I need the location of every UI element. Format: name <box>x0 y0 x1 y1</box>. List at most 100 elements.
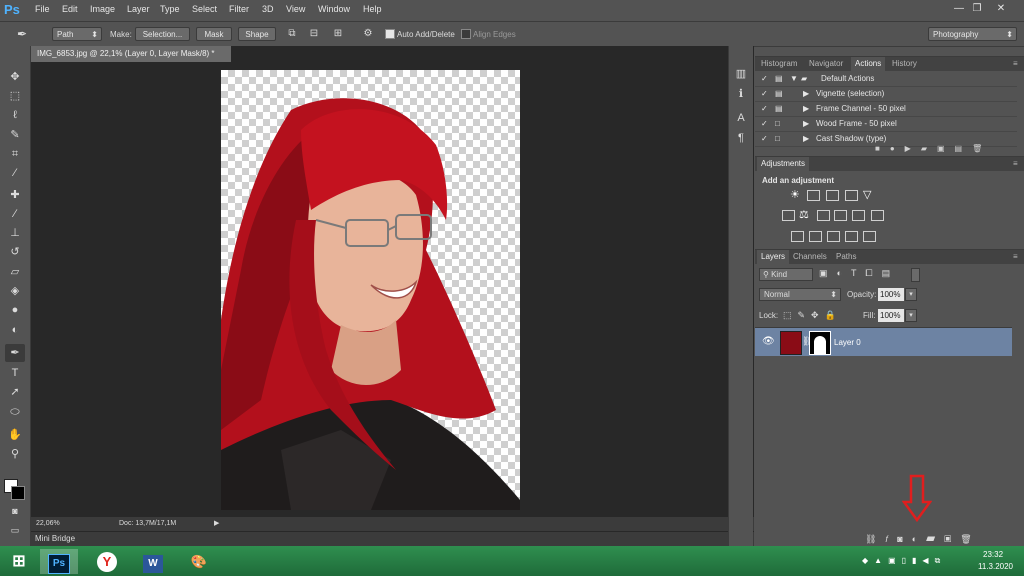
status-menu-arrow-icon[interactable]: ▶ <box>214 517 219 531</box>
brush-tool-icon[interactable]: ∕ <box>5 205 25 223</box>
photo-filter-icon[interactable] <box>834 210 847 221</box>
vibrance-icon[interactable]: ▽ <box>863 190 876 201</box>
menu-type[interactable]: Type <box>160 4 180 14</box>
eyedropper-tool-icon[interactable]: ⁄ <box>5 164 25 182</box>
check-icon[interactable]: ✓ <box>761 87 768 101</box>
pen-tool-preset-icon[interactable]: ✒ <box>16 28 28 40</box>
exposure-icon[interactable] <box>845 190 858 201</box>
check-icon[interactable]: ✓ <box>761 132 768 146</box>
panel-menu-icon[interactable]: ≡ <box>1009 57 1022 71</box>
tab-paths[interactable]: Paths <box>832 250 860 264</box>
workspace-select[interactable]: Photography ⬍ <box>928 27 1017 41</box>
check-icon[interactable]: ✓ <box>761 117 768 131</box>
quick-mask-icon[interactable]: ◙ <box>5 502 25 520</box>
brightness-contrast-icon[interactable]: ☀ <box>790 190 803 201</box>
crop-tool-icon[interactable]: ⌗ <box>5 145 25 163</box>
gear-icon[interactable]: ⚙ <box>362 28 374 40</box>
tab-layers[interactable]: Layers <box>757 250 790 264</box>
lasso-tool-icon[interactable]: ℓ <box>5 106 25 124</box>
menu-file[interactable]: File <box>35 4 50 14</box>
panel-menu-icon[interactable]: ≡ <box>1009 250 1022 264</box>
blend-mode-select[interactable]: Normal ⬍ <box>759 288 841 301</box>
image-canvas[interactable] <box>221 70 520 510</box>
zoom-tool-icon[interactable]: ⚲ <box>5 445 25 463</box>
menu-view[interactable]: View <box>286 4 305 14</box>
fill-input[interactable]: 100% <box>878 309 904 322</box>
menu-layer[interactable]: Layer <box>127 4 150 14</box>
dodge-tool-icon[interactable]: ◐ <box>5 321 25 339</box>
posterize-icon[interactable] <box>809 231 822 242</box>
selective-color-icon[interactable] <box>845 231 858 242</box>
chevron-down-icon[interactable]: ▼ <box>790 72 798 86</box>
layer-row[interactable]: 👁 ⛓ Layer 0 <box>755 328 1012 356</box>
dialog-toggle-icon[interactable]: ▤ <box>775 72 783 86</box>
lock-icons[interactable]: ⬚✎✥🔒 <box>783 310 842 321</box>
word-icon[interactable]: W <box>134 549 172 574</box>
gradient-map-icon[interactable] <box>863 231 876 242</box>
action-set-row[interactable]: ✓ ▤ ▼ ▰ Default Actions <box>755 72 1017 87</box>
chevron-right-icon[interactable]: ▶ <box>803 102 809 116</box>
minimize-button[interactable]: — <box>951 2 967 16</box>
path-alignment-icon[interactable]: ⊟ <box>308 28 320 40</box>
curves-icon[interactable] <box>826 190 839 201</box>
mini-bridge-tab[interactable]: Mini Bridge <box>31 532 754 546</box>
photoshop-taskbar-icon[interactable]: Ps <box>40 549 78 574</box>
opacity-dropdown-icon[interactable]: ▾ <box>905 288 917 301</box>
check-icon[interactable]: ✓ <box>761 102 768 116</box>
clone-stamp-tool-icon[interactable]: ⊥ <box>5 224 25 242</box>
chevron-right-icon[interactable]: ▶ <box>803 87 809 101</box>
layer-name[interactable]: Layer 0 <box>834 338 861 347</box>
paint-icon[interactable]: 🎨 <box>180 549 218 574</box>
tab-actions[interactable]: Actions <box>851 57 886 71</box>
close-button[interactable]: ✕ <box>993 2 1009 16</box>
marquee-tool-icon[interactable]: ⬚ <box>5 87 25 105</box>
yandex-browser-icon[interactable]: Y <box>88 549 126 574</box>
blur-tool-icon[interactable]: ● <box>5 301 25 319</box>
dialog-toggle-icon[interactable]: ▤ <box>775 87 783 101</box>
tab-channels[interactable]: Channels <box>789 250 831 264</box>
dialog-toggle-icon[interactable]: □ <box>775 132 780 146</box>
check-icon[interactable]: ✓ <box>761 72 768 86</box>
windows-start-icon[interactable]: ⊞ <box>0 549 38 574</box>
type-tool-icon[interactable]: T <box>5 364 25 382</box>
action-row[interactable]: ✓ ▤ ▶ Frame Channel - 50 pixel <box>755 102 1017 117</box>
color-balance-icon[interactable]: ⚖ <box>799 210 812 221</box>
fill-dropdown-icon[interactable]: ▾ <box>905 309 917 322</box>
invert-icon[interactable] <box>791 231 804 242</box>
quick-selection-tool-icon[interactable]: ✎ <box>5 126 25 144</box>
align-edges-checkbox[interactable] <box>461 29 471 39</box>
menu-edit[interactable]: Edit <box>62 4 78 14</box>
menu-select[interactable]: Select <box>192 4 217 14</box>
clock-time[interactable]: 23:32 <box>983 550 1003 559</box>
paint-bucket-tool-icon[interactable]: ◈ <box>5 282 25 300</box>
black-white-icon[interactable] <box>817 210 830 221</box>
menu-filter[interactable]: Filter <box>229 4 249 14</box>
chevron-right-icon[interactable]: ▶ <box>803 132 809 146</box>
menu-image[interactable]: Image <box>90 4 115 14</box>
eye-icon[interactable]: 👁 <box>762 336 775 347</box>
restore-button[interactable]: ❐ <box>969 2 985 16</box>
tab-adjustments[interactable]: Adjustments <box>757 157 810 171</box>
filter-toggle[interactable] <box>911 268 920 282</box>
tab-navigator[interactable]: Navigator <box>805 57 847 71</box>
menu-3d[interactable]: 3D <box>262 4 274 14</box>
make-mask-button[interactable]: Mask <box>196 27 232 41</box>
menu-help[interactable]: Help <box>363 4 382 14</box>
hand-tool-icon[interactable]: ✋ <box>5 426 25 444</box>
path-arrangement-icon[interactable]: ⊞ <box>332 28 344 40</box>
opacity-input[interactable]: 100% <box>878 288 904 301</box>
dialog-toggle-icon[interactable]: ▤ <box>775 102 783 116</box>
background-color-swatch[interactable] <box>11 486 25 500</box>
action-row[interactable]: ✓ □ ▶ Wood Frame - 50 pixel <box>755 117 1017 132</box>
layer-thumbnail[interactable] <box>780 331 802 355</box>
history-brush-tool-icon[interactable]: ↺ <box>5 243 25 261</box>
eraser-tool-icon[interactable]: ▱ <box>5 263 25 281</box>
character-panel-icon[interactable]: A <box>733 110 749 126</box>
move-tool-icon[interactable]: ✥ <box>5 68 25 86</box>
tool-mode-select[interactable]: Path ⬍ <box>52 27 102 41</box>
action-row[interactable]: ✓ ▤ ▶ Vignette (selection) <box>755 87 1017 102</box>
info-panel-icon[interactable]: ℹ <box>733 86 749 102</box>
histogram-panel-icon[interactable]: ▥ <box>733 66 749 82</box>
healing-brush-tool-icon[interactable]: ✚ <box>5 186 25 204</box>
path-selection-tool-icon[interactable]: ➚ <box>5 383 25 401</box>
